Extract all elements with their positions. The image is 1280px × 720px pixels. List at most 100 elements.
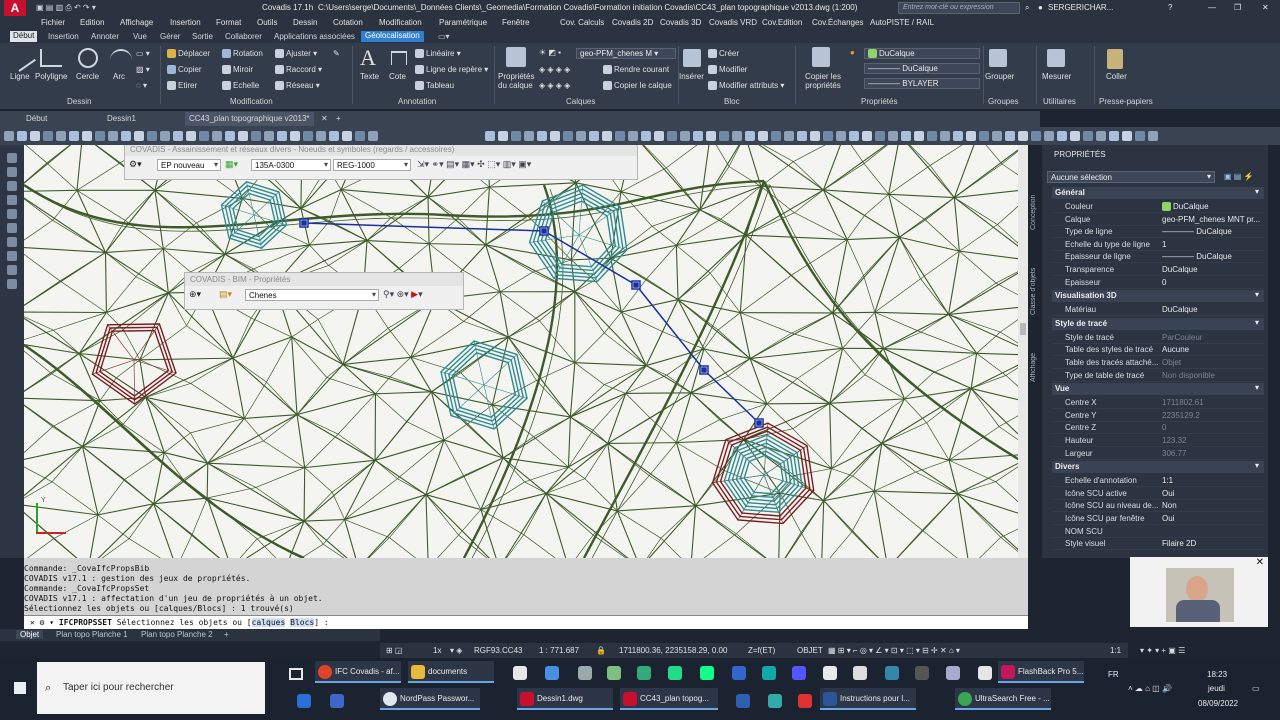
text-button[interactable]: Texte — [360, 72, 379, 81]
quick-select-icons[interactable]: ▣ ▤ ⚡ — [1224, 172, 1254, 181]
group-utilitaires[interactable]: Utilitaires — [1043, 97, 1076, 106]
property-value[interactable]: Oui — [1162, 489, 1262, 498]
menu-insertion[interactable]: Insertion — [170, 18, 201, 27]
toolbar-tool-icon[interactable] — [147, 131, 157, 141]
toolbar-tool-icon[interactable] — [498, 131, 508, 141]
linear-button[interactable]: Linéaire ▾ — [415, 49, 461, 59]
group-groupes[interactable]: Groupes — [988, 97, 1019, 106]
edit-attributes-button[interactable]: Modifier attributs ▾ — [708, 81, 784, 91]
group-calques[interactable]: Calques — [566, 97, 595, 106]
user-name[interactable]: SERGERICHAR... — [1048, 3, 1113, 12]
drawing-canvas[interactable]: Y COVADIS - Assainissement et réseaux di… — [24, 145, 1028, 558]
property-value[interactable]: 1711802.61 — [1162, 398, 1262, 407]
toolbar-tool-icon[interactable] — [706, 131, 716, 141]
toolbar-tool-icon[interactable] — [368, 131, 378, 141]
toolbar-tool-icon[interactable] — [186, 131, 196, 141]
edit-block-button[interactable]: Modifier — [708, 65, 747, 75]
property-value[interactable]: 1:1 — [1162, 476, 1262, 485]
tool-icon[interactable] — [7, 251, 17, 261]
property-row[interactable]: Centre Y 2235129.2 — [1052, 410, 1264, 422]
fillet-button[interactable]: Raccord ▾ — [275, 65, 322, 75]
property-row[interactable]: Calque geo-PFM_chenes MNT pr... — [1052, 214, 1264, 226]
property-row[interactable]: Icône SCU au niveau de... Non — [1052, 500, 1264, 513]
status-right-icons[interactable]: ▾ ✦ ▾ + ▣ ☰ — [1140, 646, 1185, 655]
bim-icon[interactable]: ⊕▾ — [189, 289, 201, 300]
status-annot-scale[interactable]: 1:1 — [1110, 646, 1121, 655]
property-value[interactable]: ParCouleur — [1162, 333, 1262, 342]
pinned-app-icon[interactable] — [545, 666, 559, 680]
property-value[interactable]: DuCalque — [1162, 202, 1262, 212]
property-value[interactable]: Non — [1162, 501, 1262, 510]
toolbar-tool-icon[interactable] — [82, 131, 92, 141]
toolbar-tool-icon[interactable] — [303, 131, 313, 141]
tab-gerer[interactable]: Gérer — [160, 32, 180, 41]
webcam-close-icon[interactable]: ✕ — [1256, 557, 1264, 568]
pinned-app-icon[interactable] — [700, 666, 714, 680]
section-g-n-ral[interactable]: Général — [1052, 187, 1264, 199]
menu-modification[interactable]: Modification — [379, 18, 422, 27]
toolbar-tool-icon[interactable] — [615, 131, 625, 141]
table-button[interactable]: Tableau — [415, 81, 454, 91]
property-set-dropdown[interactable]: Chenes — [245, 289, 379, 301]
tool-icon[interactable] — [7, 237, 17, 247]
line-button[interactable]: Ligne — [10, 72, 30, 81]
tab-debut[interactable]: Début — [10, 31, 38, 42]
measure-button[interactable]: Mesurer — [1042, 72, 1071, 81]
clock-time[interactable]: 18:23 — [1207, 670, 1227, 679]
menu-autopiste[interactable]: AutoPISTE / RAIL — [870, 18, 934, 27]
group-button[interactable]: Grouper — [985, 72, 1014, 81]
arc-button[interactable]: Arc — [113, 72, 125, 81]
pinned-app-icon[interactable] — [513, 666, 527, 680]
doc-tab-dessin1[interactable]: Dessin1 — [107, 114, 136, 123]
toolbar-tool-icon[interactable] — [108, 131, 118, 141]
tool-icon[interactable] — [7, 181, 17, 191]
tool-icon[interactable] — [7, 265, 17, 275]
property-row[interactable]: Hauteur 123.32 — [1052, 435, 1264, 447]
move-button[interactable]: Déplacer — [167, 49, 210, 59]
property-value[interactable]: 123.32 — [1162, 436, 1262, 445]
property-row[interactable]: Icône SCU active Oui — [1052, 488, 1264, 500]
toolbar-tool-icon[interactable] — [537, 131, 547, 141]
option-blocs[interactable]: Blocs — [290, 618, 315, 627]
toolbar-tool-icon[interactable] — [654, 131, 664, 141]
property-value[interactable]: 2235129.2 — [1162, 411, 1262, 420]
layout-tab-planche1[interactable]: Plan topo Planche 1 — [56, 630, 128, 639]
vertical-scrollbar[interactable] — [1018, 145, 1028, 558]
toolbar-tool-icon[interactable] — [901, 131, 911, 141]
property-value[interactable]: DuCalque — [1162, 265, 1262, 274]
toolbar-tool-icon[interactable] — [329, 131, 339, 141]
status-icons-left[interactable]: ⊞ ◲ — [386, 646, 402, 655]
doc-tab-cc43[interactable]: CC43_plan topographique v2013* — [185, 112, 314, 126]
close-tab-icon[interactable]: ✕ — [321, 114, 328, 123]
status-ratio[interactable]: 1 : 771.687 — [539, 646, 579, 655]
panel-tools[interactable]: ⇲▾ ⚭▾ ▤▾ ▦▾ ✣ ⬚▾ ▥▾ ▣▾ — [417, 159, 531, 170]
toolbar-tool-icon[interactable] — [823, 131, 833, 141]
pinned-app-icon[interactable] — [607, 666, 621, 680]
section-vue[interactable]: Vue — [1052, 383, 1264, 396]
ribbon-toggle-icon[interactable]: ▭▾ — [438, 32, 450, 41]
toolbar-tool-icon[interactable] — [667, 131, 677, 141]
close-button[interactable]: ✕ — [1262, 3, 1269, 12]
toolbar-tool-icon[interactable] — [862, 131, 872, 141]
property-value[interactable]: Filaire 2D — [1162, 539, 1262, 548]
menu-cov-echanges[interactable]: Cov.Échanges — [812, 18, 863, 27]
rotate-button[interactable]: Rotation — [222, 49, 263, 59]
tin-mesh-drawing[interactable] — [24, 145, 1028, 558]
toolbar-tool-icon[interactable] — [810, 131, 820, 141]
toolbar-tool-icon[interactable] — [940, 131, 950, 141]
tool-icon[interactable] — [7, 279, 17, 289]
toolbar-tool-icon[interactable] — [173, 131, 183, 141]
toolbar-tool-icon[interactable] — [199, 131, 209, 141]
layout-tab-objet[interactable]: Objet — [16, 630, 44, 639]
tab-annoter[interactable]: Annoter — [91, 32, 119, 41]
tree-symbol[interactable] — [723, 434, 803, 513]
toolbar-tool-icon[interactable] — [212, 131, 222, 141]
search-icon[interactable]: ⌕ — [1025, 3, 1029, 13]
toolbar-tool-icon[interactable] — [342, 131, 352, 141]
property-value[interactable]: 0 — [1162, 423, 1262, 432]
toolbar-tool-icon[interactable] — [160, 131, 170, 141]
toolbar-tool-icon[interactable] — [1057, 131, 1067, 141]
property-row[interactable]: Style visuel Filaire 2D — [1052, 538, 1264, 551]
menu-parametrique[interactable]: Paramétrique — [439, 18, 487, 27]
network-dropdown[interactable]: EP nouveau — [157, 159, 221, 171]
